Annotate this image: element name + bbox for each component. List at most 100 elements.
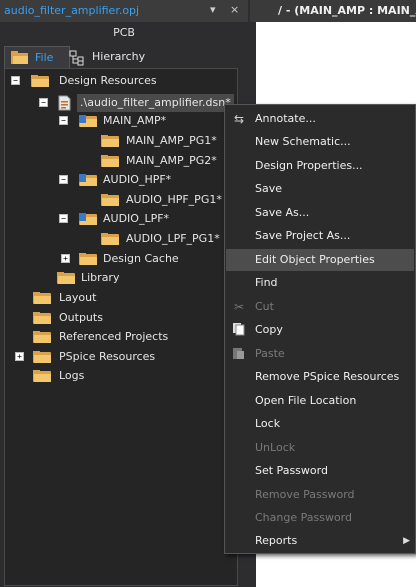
folder-icon <box>33 351 51 363</box>
tree-item-layout[interactable]: Layout <box>5 289 235 307</box>
collapse-icon[interactable]: − <box>59 116 68 125</box>
menu-item-label: UnLock <box>255 441 296 454</box>
menu-item-design-properties[interactable]: Design Properties... <box>226 155 414 177</box>
menu-item-label: Save <box>255 182 283 195</box>
tab-file[interactable]: File <box>4 46 70 69</box>
menu-item-remove-pspice-resources[interactable]: Remove PSpice Resources <box>226 366 414 388</box>
tree-label: .\audio_filter_amplifier.dsn* <box>77 94 234 112</box>
tree-label: MAIN_AMP_PG2* <box>126 154 217 167</box>
menu-item-label: Cut <box>255 300 274 313</box>
document-tab-title: / - (MAIN_AMP : MAIN_AMP_PG2) <box>278 4 416 17</box>
menu-item-reports[interactable]: Reports ▶ <box>226 530 414 552</box>
tree-item-main-amp-pg1[interactable]: MAIN_AMP_PG1* <box>5 132 235 150</box>
menu-item-label: Edit Object Properties <box>255 253 375 266</box>
menu-item-edit-object-properties[interactable]: Edit Object Properties <box>226 249 414 271</box>
folder-icon <box>79 253 97 265</box>
project-manager-panel: PCB File Hierarchy − Design Resources − <box>0 22 248 587</box>
tree-item-audio-lpf[interactable]: − AUDIO_LPF* <box>5 210 235 228</box>
menu-item-open-file-location[interactable]: Open File Location <box>226 390 414 412</box>
menu-item-find[interactable]: Find <box>226 272 414 294</box>
tab-file-label: File <box>35 51 54 64</box>
menu-item-label: Annotate... <box>255 112 316 125</box>
folder-icon <box>33 312 51 324</box>
tree-item-logs[interactable]: Logs <box>5 367 235 385</box>
schematic-page-icon <box>101 194 119 206</box>
pin-dropdown-icon[interactable]: ▾ <box>210 3 216 16</box>
menu-item-label: Paste <box>255 347 285 360</box>
tree-item-pspice-resources[interactable]: + PSpice Resources <box>5 348 235 366</box>
menu-item-annotate[interactable]: ⇆ Annotate... <box>226 108 414 130</box>
tree-label: Library <box>81 271 120 284</box>
menu-item-paste[interactable]: Paste <box>226 343 414 365</box>
menu-item-save-as[interactable]: Save As... <box>226 202 414 224</box>
menu-item-label: Save As... <box>255 206 310 219</box>
tree-label: MAIN_AMP* <box>103 114 167 127</box>
expand-icon[interactable]: + <box>15 352 24 361</box>
project-title-bar: audio_filter_amplifier.opj ▾ × <box>0 0 248 22</box>
collapse-icon[interactable]: − <box>11 76 20 85</box>
tree-item-referenced-projects[interactable]: Referenced Projects <box>5 328 235 346</box>
menu-item-set-password[interactable]: Set Password <box>226 460 414 482</box>
project-tree: − Design Resources − .\audio_filter_ampl… <box>4 68 238 586</box>
menu-item-label: Remove PSpice Resources <box>255 370 400 383</box>
menu-item-cut[interactable]: ✂ Cut <box>226 296 414 318</box>
tree-item-audio-hpf-pg1[interactable]: AUDIO_HPF_PG1* <box>5 191 235 209</box>
menu-item-label: Remove Password <box>255 488 355 501</box>
tree-item-library[interactable]: Library <box>5 269 235 287</box>
tab-hierarchy[interactable]: Hierarchy <box>62 46 158 68</box>
menu-item-new-schematic[interactable]: New Schematic... <box>226 131 414 153</box>
copy-icon <box>231 322 247 338</box>
tree-item-design-cache[interactable]: + Design Cache <box>5 250 235 268</box>
submenu-arrow-icon: ▶ <box>403 536 410 546</box>
menu-item-copy[interactable]: Copy <box>226 319 414 341</box>
schematic-folder-icon <box>79 213 97 225</box>
menu-item-label: New Schematic... <box>255 135 351 148</box>
folder-icon <box>33 370 51 382</box>
tree-item-main-amp-pg2[interactable]: MAIN_AMP_PG2* <box>5 152 235 170</box>
schematic-folder-icon <box>79 174 97 186</box>
tree-item-outputs[interactable]: Outputs <box>5 309 235 327</box>
schematic-page-icon <box>101 135 119 147</box>
menu-item-lock[interactable]: Lock <box>226 413 414 435</box>
project-title: audio_filter_amplifier.opj <box>4 4 140 17</box>
scissors-icon: ✂ <box>233 300 245 314</box>
menu-item-save[interactable]: Save <box>226 178 414 200</box>
tree-label: AUDIO_HPF* <box>103 173 172 186</box>
menu-item-label: Change Password <box>255 511 352 524</box>
menu-item-save-project-as[interactable]: Save Project As... <box>226 225 414 247</box>
menu-item-change-password[interactable]: Change Password <box>226 507 414 529</box>
pcb-header: PCB <box>0 22 248 44</box>
menu-item-unlock[interactable]: UnLock <box>226 437 414 459</box>
schematic-page-icon <box>101 155 119 167</box>
menu-item-label: Lock <box>255 417 281 430</box>
schematic-document-tab[interactable]: / - (MAIN_AMP : MAIN_AMP_PG2) <box>250 0 416 22</box>
tree-item-design-resources[interactable]: − Design Resources <box>5 72 235 90</box>
menu-item-remove-password[interactable]: Remove Password <box>226 484 414 506</box>
expand-icon[interactable]: + <box>61 254 70 263</box>
menu-item-label: Copy <box>255 323 283 336</box>
tree-label: AUDIO_LPF* <box>103 212 170 225</box>
folder-icon <box>33 331 51 343</box>
folder-icon <box>57 272 75 284</box>
tree-item-audio-lpf-pg1[interactable]: AUDIO_LPF_PG1* <box>5 230 235 248</box>
menu-item-label: Open File Location <box>255 394 357 407</box>
panel-tabs: File Hierarchy <box>4 46 244 70</box>
tree-label: PSpice Resources <box>59 350 156 363</box>
close-icon[interactable]: × <box>230 3 239 16</box>
tree-label: Outputs <box>59 311 103 324</box>
tree-label: Design Resources <box>59 74 157 87</box>
collapse-icon[interactable]: − <box>59 175 68 184</box>
tree-label: Logs <box>59 369 85 382</box>
tab-hierarchy-label: Hierarchy <box>92 50 146 63</box>
collapse-icon[interactable]: − <box>39 98 48 107</box>
tree-item-dsn-file[interactable]: − .\audio_filter_amplifier.dsn* <box>5 94 235 112</box>
tree-item-audio-hpf[interactable]: − AUDIO_HPF* <box>5 171 235 189</box>
paste-icon <box>231 346 247 362</box>
collapse-icon[interactable]: − <box>59 214 68 223</box>
menu-item-label: Design Properties... <box>255 159 363 172</box>
tree-item-main-amp[interactable]: − MAIN_AMP* <box>5 112 235 130</box>
folder-open-icon <box>31 75 49 87</box>
tree-label: Referenced Projects <box>59 330 169 343</box>
menu-item-label: Find <box>255 276 278 289</box>
tree-label: Design Cache <box>103 252 179 265</box>
